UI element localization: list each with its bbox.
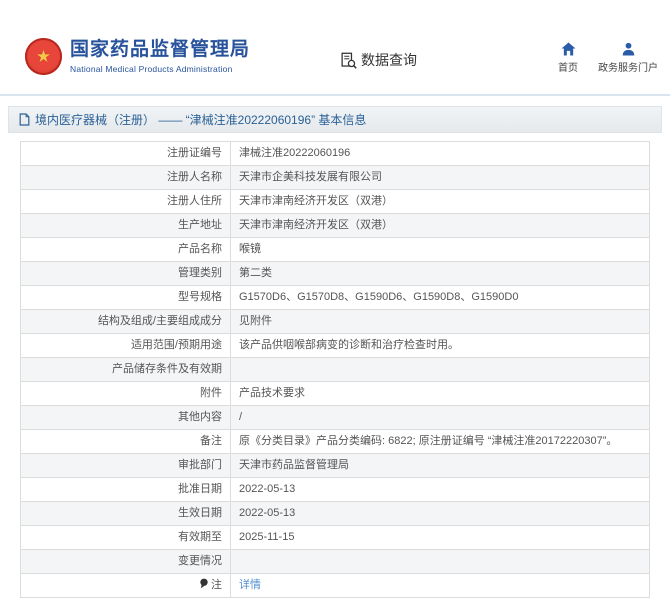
row-label: 注册证编号 xyxy=(21,142,231,166)
row-label: 备注 xyxy=(21,430,231,454)
table-row: 产品名称喉镜 xyxy=(21,238,650,262)
document-search-icon xyxy=(340,52,357,69)
table-row: 管理类别第二类 xyxy=(21,262,650,286)
row-value: 详情 xyxy=(231,574,650,598)
brand: 国家药品监督管理局 National Medical Products Admi… xyxy=(70,40,250,74)
row-value: 原《分类目录》产品分类编码: 6822; 原注册证编号 “津械注准2017222… xyxy=(231,430,650,454)
row-value: 天津市津南经济开发区（双港） xyxy=(231,190,650,214)
row-label: 其他内容 xyxy=(21,406,231,430)
table-row: 产品储存条件及有效期 xyxy=(21,358,650,382)
row-label: 适用范围/预期用途 xyxy=(21,334,231,358)
row-label: 产品名称 xyxy=(21,238,231,262)
row-value: 天津市津南经济开发区（双港） xyxy=(231,214,650,238)
table-row: 生产地址天津市津南经济开发区（双港） xyxy=(21,214,650,238)
site-header: ★ 国家药品监督管理局 National Medical Products Ad… xyxy=(0,0,670,96)
star-emblem-icon: ★ xyxy=(36,48,51,65)
nav-portal[interactable]: 政务服务门户 xyxy=(598,42,658,74)
row-label: 注册人名称 xyxy=(21,166,231,190)
row-label: 有效期至 xyxy=(21,526,231,550)
row-value: 喉镜 xyxy=(231,238,650,262)
nav-portal-label: 政务服务门户 xyxy=(598,59,658,74)
home-icon xyxy=(561,42,576,56)
row-label: 型号规格 xyxy=(21,286,231,310)
table-row: 批准日期2022-05-13 xyxy=(21,478,650,502)
row-label: 生产地址 xyxy=(21,214,231,238)
row-value: 见附件 xyxy=(231,310,650,334)
row-value: 该产品供咽喉部病变的诊断和治疗检查时用。 xyxy=(231,334,650,358)
table-row: 型号规格G1570D6、G1570D8、G1590D6、G1590D8、G159… xyxy=(21,286,650,310)
row-label: 注 xyxy=(21,574,231,598)
top-nav: 首页 政务服务门户 xyxy=(558,42,658,74)
row-value xyxy=(231,550,650,574)
row-value: 产品技术要求 xyxy=(231,382,650,406)
breadcrumb: 境内医疗器械（注册） —— “津械注准20222060196” 基本信息 xyxy=(8,106,662,133)
table-row: 其他内容/ xyxy=(21,406,650,430)
info-table: 注册证编号津械注准20222060196注册人名称天津市企美科技发展有限公司注册… xyxy=(20,141,650,598)
row-label: 批准日期 xyxy=(21,478,231,502)
site-title: 国家药品监督管理局 xyxy=(70,40,250,61)
data-query-nav[interactable]: 数据查询 xyxy=(340,50,417,70)
table-row: 注册人名称天津市企美科技发展有限公司 xyxy=(21,166,650,190)
row-label: 变更情况 xyxy=(21,550,231,574)
table-row: 注册人住所天津市津南经济开发区（双港） xyxy=(21,190,650,214)
table-row: 注详情 xyxy=(21,574,650,598)
row-label: 结构及组成/主要组成成分 xyxy=(21,310,231,334)
page-title: 境内医疗器械（注册） —— “津械注准20222060196” 基本信息 xyxy=(35,111,366,128)
row-value: 2025-11-15 xyxy=(231,526,650,550)
table-row: 注册证编号津械注准20222060196 xyxy=(21,142,650,166)
row-value: 第二类 xyxy=(231,262,650,286)
table-row: 适用范围/预期用途该产品供咽喉部病变的诊断和治疗检查时用。 xyxy=(21,334,650,358)
info-table-body: 注册证编号津械注准20222060196注册人名称天津市企美科技发展有限公司注册… xyxy=(21,142,650,598)
row-label: 生效日期 xyxy=(21,502,231,526)
row-value: 2022-05-13 xyxy=(231,478,650,502)
nmpa-emblem-logo-icon: ★ xyxy=(25,38,62,75)
site-subtitle: National Medical Products Administration xyxy=(70,64,250,74)
row-value: 2022-05-13 xyxy=(231,502,650,526)
row-value: 津械注准20222060196 xyxy=(231,142,650,166)
table-row: 生效日期2022-05-13 xyxy=(21,502,650,526)
row-value: / xyxy=(231,406,650,430)
row-value: 天津市药品监督管理局 xyxy=(231,454,650,478)
row-label: 管理类别 xyxy=(21,262,231,286)
document-icon xyxy=(19,113,30,126)
table-row: 附件产品技术要求 xyxy=(21,382,650,406)
table-row: 结构及组成/主要组成成分见附件 xyxy=(21,310,650,334)
row-label: 注册人住所 xyxy=(21,190,231,214)
table-row: 变更情况 xyxy=(21,550,650,574)
nav-home-label: 首页 xyxy=(558,59,578,74)
row-value: G1570D6、G1570D8、G1590D6、G1590D8、G1590D0 xyxy=(231,286,650,310)
details-link[interactable]: 详情 xyxy=(239,579,261,591)
table-row: 有效期至2025-11-15 xyxy=(21,526,650,550)
data-query-label: 数据查询 xyxy=(361,50,417,70)
person-icon xyxy=(621,42,636,56)
row-value xyxy=(231,358,650,382)
row-label: 产品储存条件及有效期 xyxy=(21,358,231,382)
nav-home[interactable]: 首页 xyxy=(558,42,578,74)
table-row: 审批部门天津市药品监督管理局 xyxy=(21,454,650,478)
row-label: 附件 xyxy=(21,382,231,406)
table-row: 备注原《分类目录》产品分类编码: 6822; 原注册证编号 “津械注准20172… xyxy=(21,430,650,454)
row-label: 审批部门 xyxy=(21,454,231,478)
row-value: 天津市企美科技发展有限公司 xyxy=(231,166,650,190)
note-balloon-icon xyxy=(199,578,209,589)
